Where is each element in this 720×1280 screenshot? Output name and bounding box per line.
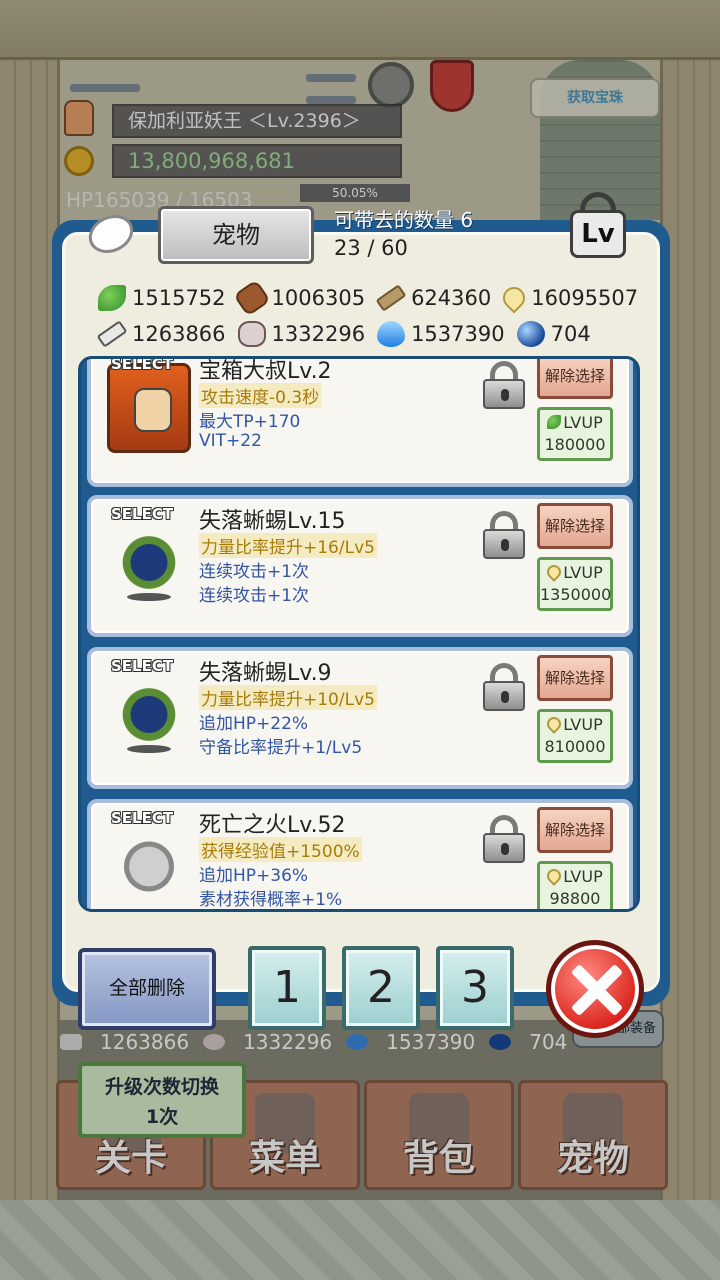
carry-count: 23 / 60 (334, 236, 408, 260)
deselect-button[interactable]: 解除选择 (537, 807, 613, 853)
leaf-icon (98, 285, 126, 311)
resource-value: 1263866 (132, 322, 226, 346)
flame-icon (377, 321, 406, 347)
resource-value: 1332296 (271, 322, 366, 346)
lvup-label-row: LVUP (540, 562, 610, 584)
drop-icon (498, 282, 530, 314)
level-sort-button[interactable]: Lv (566, 192, 630, 262)
resource-item: 1006305 (232, 279, 366, 317)
lvup-button[interactable]: LVUP 810000 (537, 709, 613, 763)
tab-pet[interactable]: 宠物 (158, 206, 314, 264)
lvup-label: LVUP (563, 715, 603, 734)
deselect-button[interactable]: 解除选择 (537, 503, 613, 549)
lvup-cost: 1350000 (540, 585, 612, 604)
slot-1-button[interactable]: 1 (248, 946, 326, 1030)
death-fire-pet-icon (107, 817, 191, 907)
log-icon (232, 279, 271, 317)
resource-item: 1515752 (98, 285, 226, 311)
deselect-button[interactable]: 解除选择 (537, 655, 613, 701)
pet-stat: 追加HP+22% (199, 714, 309, 734)
select-tag: SELECT (111, 809, 174, 827)
leaf-icon (547, 415, 562, 429)
resource-row: 1263866 1332296 1537390 704 (96, 316, 648, 352)
slot-3-button[interactable]: 3 (436, 946, 514, 1030)
resource-value: 704 (550, 322, 591, 346)
stone-icon (237, 321, 266, 347)
lvup-label-row: LVUP (540, 866, 610, 888)
resource-item: 704 (516, 321, 591, 347)
close-button[interactable] (546, 940, 644, 1038)
carry-limit-label: 可带去的数量 6 (334, 208, 474, 232)
lvup-label-row: LVUP (540, 714, 610, 736)
resource-item: 16095507 (498, 282, 639, 314)
pet-stat: 守备比率提升+1/Lv5 (199, 738, 363, 758)
resource-item: 1537390 (377, 321, 505, 347)
pet-stat: 连续攻击+1次 (199, 586, 310, 606)
lvup-label: LVUP (563, 867, 603, 886)
resource-value: 624360 (411, 286, 492, 310)
plank-icon (375, 284, 407, 312)
pet-stat: 最大TP+170 (199, 412, 301, 432)
lock-icon[interactable] (481, 361, 527, 409)
select-tag: SELECT (111, 356, 174, 373)
pet-stat: 追加HP+36% (199, 866, 309, 886)
lvup-button[interactable]: LVUP 180000 (537, 407, 613, 461)
pet-stat: 素材获得概率+1% (199, 890, 343, 910)
resource-value: 1006305 (271, 286, 366, 310)
pet-name: 失落蜥蜴Lv.15 (199, 509, 346, 534)
lvup-label: LVUP (563, 413, 603, 432)
lvup-cost: 98800 (549, 889, 601, 908)
delete-all-button[interactable]: 全部删除 (78, 948, 216, 1030)
pet-stat: 攻击速度-0.3秒 (199, 383, 322, 408)
lock-icon[interactable] (481, 663, 527, 711)
resource-item: 1332296 (237, 321, 366, 347)
pet-name: 失落蜥蜴Lv.9 (199, 661, 332, 686)
iron-icon (96, 320, 128, 348)
resource-item: 1263866 (96, 320, 226, 348)
lock-body (483, 681, 525, 711)
lock-body (483, 833, 525, 863)
resource-item: 624360 (375, 284, 492, 312)
pet-stat: 连续攻击+1次 (199, 562, 310, 582)
pet-stat: 获得经验值+1500% (199, 837, 362, 862)
slot-2-button[interactable]: 2 (342, 946, 420, 1030)
lv-label: Lv (570, 210, 626, 258)
resource-value: 1515752 (132, 286, 226, 310)
orb-icon (516, 321, 545, 347)
select-tag: SELECT (111, 505, 174, 523)
pet-name: 宝箱大叔Lv.2 (199, 359, 332, 384)
resource-value: 1537390 (411, 322, 505, 346)
modal-overlay: 宠物 可带去的数量 6 23 / 60 Lv 1515752 1006305 6… (0, 0, 720, 1280)
lock-icon[interactable] (481, 511, 527, 559)
pet-card[interactable]: SELECT 失落蜥蜴Lv.15 力量比率提升+16/Lv5 连续攻击+1次 连… (87, 495, 633, 637)
pet-stat: 力量比率提升+10/Lv5 (199, 685, 377, 710)
resource-grid: 1515752 1006305 624360 16095507 1263866 … (96, 279, 648, 352)
deselect-button[interactable]: 解除选择 (537, 359, 613, 399)
pet-name: 死亡之火Lv.52 (199, 813, 346, 838)
lvup-cost: 180000 (544, 435, 606, 454)
drop-icon (544, 562, 565, 582)
resource-row: 1515752 1006305 624360 16095507 (98, 279, 648, 317)
pet-card[interactable]: SELECT 失落蜥蜴Lv.9 力量比率提升+10/Lv5 追加HP+22% 守… (87, 647, 633, 789)
pet-list[interactable]: SELECT 宝箱大叔Lv.2 攻击速度-0.3秒 最大TP+170 VIT+2… (78, 356, 640, 912)
lvup-cost: 810000 (544, 737, 606, 756)
lost-lizard-pet-icon (107, 665, 191, 755)
lost-lizard-pet-icon (107, 513, 191, 603)
pet-stat: 力量比率提升+16/Lv5 (199, 533, 377, 558)
lvup-label-row: LVUP (540, 412, 610, 434)
pet-card[interactable]: SELECT 宝箱大叔Lv.2 攻击速度-0.3秒 最大TP+170 VIT+2… (87, 356, 633, 487)
lock-body (483, 529, 525, 559)
lvup-button[interactable]: LVUP 1350000 (537, 557, 613, 611)
drop-icon (544, 866, 565, 886)
pet-stat: VIT+22 (199, 431, 262, 451)
treasure-chest-pet-icon (107, 363, 191, 453)
resource-value: 16095507 (531, 286, 639, 310)
lock-body (483, 379, 525, 409)
select-tag: SELECT (111, 657, 174, 675)
drop-icon (544, 714, 565, 734)
lock-icon[interactable] (481, 815, 527, 863)
lvup-label: LVUP (563, 563, 603, 582)
pet-card[interactable]: SELECT 死亡之火Lv.52 获得经验值+1500% 追加HP+36% 素材… (87, 799, 633, 910)
lvup-button[interactable]: LVUP 98800 (537, 861, 613, 909)
